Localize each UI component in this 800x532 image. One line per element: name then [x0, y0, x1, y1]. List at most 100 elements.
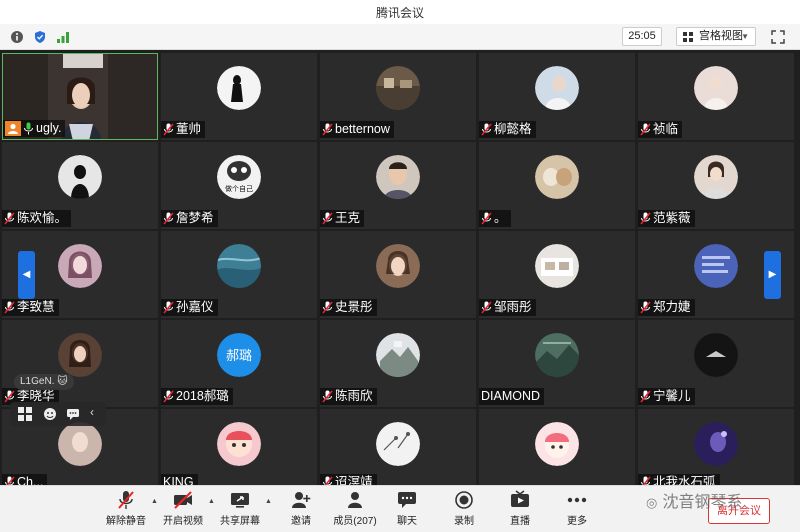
next-page-button[interactable]: ▶	[764, 251, 781, 299]
participant-avatar	[694, 244, 738, 288]
floating-name-label: L1GeN. 🐱	[14, 374, 74, 390]
members-icon	[348, 492, 362, 508]
participant-tile[interactable]: 做个自己 詹梦希	[161, 142, 317, 229]
mic-muted-icon	[323, 476, 333, 485]
participant-avatar	[535, 333, 579, 377]
participant-tile[interactable]: 孙嘉仪	[161, 231, 317, 318]
chevron-up-icon[interactable]: ▲	[151, 498, 158, 505]
participant-tile[interactable]: KING	[161, 409, 317, 485]
participant-avatar	[535, 66, 579, 110]
chat-button[interactable]: 聊天	[382, 490, 432, 527]
participant-avatar	[535, 155, 579, 199]
mic-muted-icon	[5, 476, 15, 485]
participant-name: 2018郝璐	[176, 389, 229, 403]
mic-on-icon	[24, 122, 33, 135]
share-screen-button[interactable]: 共享屏幕	[215, 490, 265, 527]
participant-tile[interactable]: 王克	[320, 142, 476, 229]
participant-grid: ugly. 董帅 betternow 柳懿格 祯临 陈欢愉。 做个自己 詹梦希 …	[0, 50, 800, 485]
fullscreen-icon[interactable]	[770, 29, 786, 45]
reaction-icon[interactable]	[43, 407, 57, 421]
participant-tile[interactable]	[479, 409, 635, 485]
info-icon[interactable]	[10, 30, 24, 44]
participant-name: 陈雨欣	[335, 389, 373, 403]
start-video-button[interactable]: 开启视频	[158, 490, 208, 527]
grid-view-button[interactable]: 宫格视图 ▼	[676, 27, 756, 46]
live-button[interactable]: 直播	[495, 490, 545, 527]
participant-name-tag: 。	[479, 210, 511, 227]
participant-tile[interactable]: DIAMOND	[479, 320, 635, 407]
participant-avatar	[376, 333, 420, 377]
participant-name-tag: Ch...	[2, 474, 48, 485]
participant-tile[interactable]: 李晓华	[2, 320, 158, 407]
participant-name: betternow	[335, 122, 390, 136]
mic-muted-icon	[640, 212, 651, 225]
participant-tile[interactable]: 史景彤	[320, 231, 476, 318]
participant-tile[interactable]: 陈欢愉。	[2, 142, 158, 229]
participant-tile[interactable]: 祯临	[638, 53, 794, 140]
participant-tile[interactable]: 。	[479, 142, 635, 229]
participant-avatar: 做个自己	[217, 155, 261, 199]
watermark: ◎ 沈音钢琴系	[646, 492, 743, 511]
participant-name-tag: ugly.	[3, 120, 66, 137]
invite-button[interactable]: 邀请	[276, 490, 326, 527]
mic-muted-icon	[641, 476, 651, 485]
participant-tile[interactable]: betternow	[320, 53, 476, 140]
participant-name-tag: 李致慧	[2, 299, 59, 316]
add-user-icon	[292, 492, 311, 508]
participant-tile[interactable]: 陈雨欣	[320, 320, 476, 407]
mic-muted-icon	[322, 390, 333, 403]
participant-name: 董帅	[176, 122, 202, 136]
record-button[interactable]: 录制	[439, 490, 489, 527]
participant-name-tag: 北我水石弧	[638, 474, 720, 485]
participant-tile[interactable]: 范紫薇	[638, 142, 794, 229]
info-bar: 25:05 宫格视图 ▼	[0, 24, 800, 50]
participant-name-tag: 陈欢愉。	[2, 210, 72, 227]
participant-avatar	[694, 422, 738, 466]
prev-page-button[interactable]: ◀	[18, 251, 35, 299]
mic-muted-icon	[481, 301, 492, 314]
participant-name: 祯临	[653, 122, 679, 136]
participant-tile[interactable]: 邹雨彤	[479, 231, 635, 318]
participant-tile[interactable]: 郝璐 2018郝璐	[161, 320, 317, 407]
participant-avatar	[535, 244, 579, 288]
chevron-up-icon[interactable]: ▲	[265, 498, 272, 505]
participant-name: 范紫薇	[653, 211, 691, 225]
participant-name-tag: 范紫薇	[638, 210, 695, 227]
grid-icon	[683, 32, 693, 42]
participant-name-tag: 史景彤	[320, 299, 377, 316]
participant-tile[interactable]: 北我水石弧	[638, 409, 794, 485]
chat-bubble-icon[interactable]	[66, 407, 80, 421]
participant-avatar	[217, 244, 261, 288]
wechat-icon: ◎	[646, 496, 658, 511]
participant-name-tag: 祯临	[638, 121, 683, 138]
mic-muted-icon	[322, 212, 333, 225]
unmute-button[interactable]: 解除静音	[101, 490, 151, 527]
participant-name: 陈欢愉。	[17, 211, 68, 225]
apps-icon[interactable]	[18, 407, 32, 421]
participant-tile[interactable]: 柳懿格	[479, 53, 635, 140]
participant-avatar	[694, 155, 738, 199]
host-icon	[5, 121, 21, 136]
participant-tile[interactable]: 董帅	[161, 53, 317, 140]
mic-muted-icon	[640, 390, 651, 403]
participant-tile[interactable]: ugly.	[2, 53, 158, 140]
chevron-up-icon[interactable]: ▲	[208, 498, 215, 505]
shield-icon[interactable]	[33, 30, 47, 44]
participant-tile[interactable]: 宁馨儿	[638, 320, 794, 407]
participant-name: 史景彤	[335, 300, 373, 314]
chat-icon	[398, 492, 416, 508]
more-button[interactable]: 更多	[552, 490, 602, 527]
participant-name: 王克	[335, 211, 361, 225]
share-screen-icon	[231, 493, 249, 508]
signal-icon[interactable]	[56, 30, 70, 44]
participant-tile[interactable]: 迢溟靖	[320, 409, 476, 485]
participant-name-tag: 陈雨欣	[320, 388, 377, 405]
participant-name: 。	[494, 211, 507, 225]
participant-avatar	[217, 422, 261, 466]
participant-avatar	[535, 422, 579, 466]
participant-name: 邹雨彤	[494, 300, 532, 314]
members-button[interactable]: 成员(207)	[330, 490, 380, 527]
record-icon	[455, 491, 473, 509]
participant-avatar	[376, 66, 420, 110]
collapse-icon[interactable]: ‹	[90, 405, 94, 419]
